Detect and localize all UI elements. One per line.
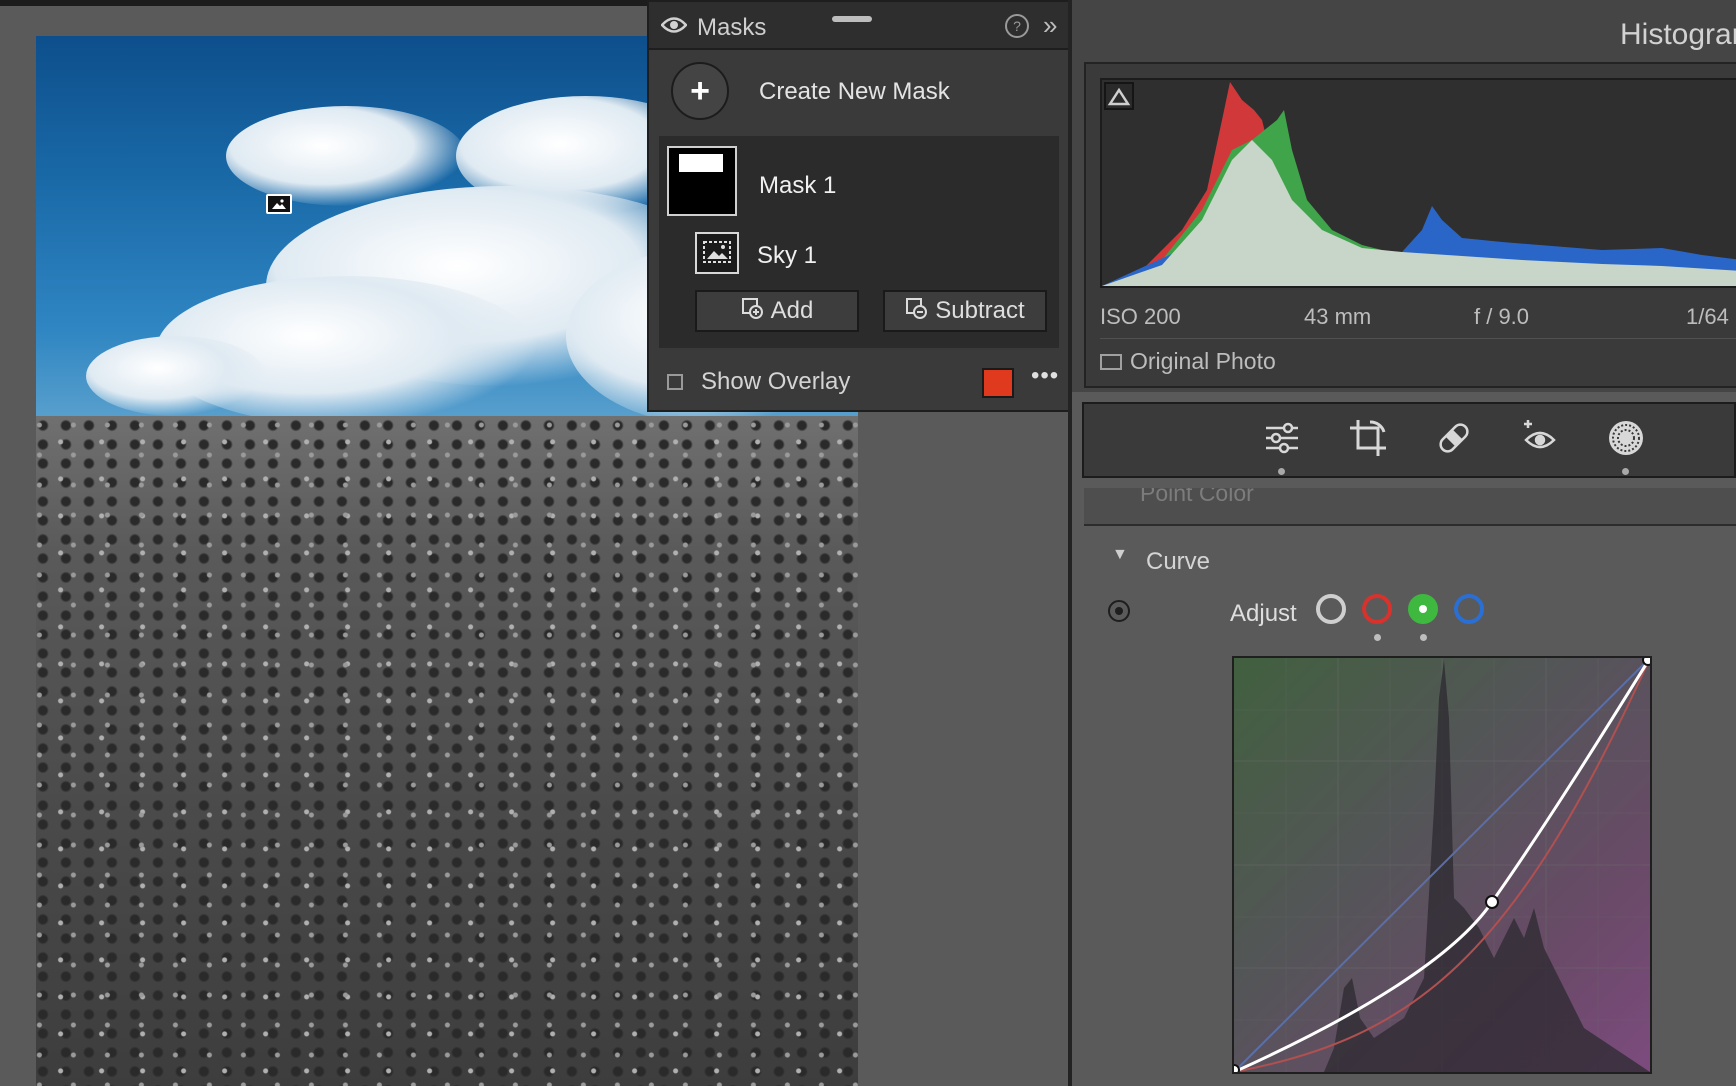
histogram-plot[interactable] [1100, 78, 1736, 288]
more-options-icon[interactable]: ••• [1031, 362, 1059, 390]
iso-value: ISO 200 [1100, 304, 1181, 329]
active-tool-dot [1278, 468, 1285, 475]
masking-icon[interactable] [1606, 418, 1646, 458]
add-mask-icon [741, 298, 763, 319]
red-eye-icon[interactable] [1520, 418, 1560, 458]
active-tool-dot [1622, 468, 1629, 475]
mask-name[interactable]: Mask 1 [759, 172, 836, 200]
crop-icon[interactable] [1348, 418, 1388, 458]
curve-point[interactable] [1642, 658, 1650, 666]
point-color-header[interactable]: Point Color [1084, 488, 1736, 526]
channel-red-dot [1374, 634, 1381, 641]
masks-panel: Masks ? » + Create New Mask Mask 1 Sky 1… [647, 0, 1070, 412]
add-label: Add [770, 297, 814, 324]
divider [1100, 338, 1736, 339]
adjust-label: Adjust [1230, 600, 1297, 627]
channel-green-button[interactable] [1408, 594, 1438, 624]
create-new-mask-button[interactable]: + [671, 62, 729, 120]
component-name[interactable]: Sky 1 [757, 242, 817, 270]
help-icon[interactable]: ? [1005, 14, 1029, 38]
histogram-title[interactable]: Histogram [1620, 18, 1736, 52]
mask-pin-icon[interactable] [266, 194, 292, 214]
subtract-button[interactable]: Subtract [883, 290, 1047, 332]
histogram-box: ISO 200 43 mm f / 9.0 1/64 Original Phot… [1084, 62, 1736, 388]
add-button[interactable]: Add [695, 290, 859, 332]
meadow-region [36, 416, 858, 1086]
target-adjust-icon[interactable] [1108, 600, 1130, 622]
drag-handle[interactable] [832, 16, 872, 22]
disclosure-triangle-icon[interactable]: ▼ [1112, 546, 1128, 564]
tone-curve-graph[interactable] [1232, 656, 1652, 1074]
original-photo-checkbox[interactable] [1100, 354, 1122, 370]
original-photo-label[interactable]: Original Photo [1130, 348, 1276, 375]
overlay-color-swatch[interactable] [982, 368, 1014, 398]
channel-red-button[interactable] [1362, 594, 1392, 624]
curve-plot [1234, 658, 1650, 1072]
subtract-label: Subtract [935, 297, 1025, 324]
point-color-label: Point Color [1140, 488, 1254, 506]
shutter-value: 1/64 [1686, 304, 1729, 329]
masks-header: Masks ? » [649, 2, 1068, 50]
channel-rgb-button[interactable] [1316, 594, 1346, 624]
show-overlay-checkbox[interactable] [667, 374, 683, 390]
show-overlay-label[interactable]: Show Overlay [701, 368, 850, 396]
mask-list: Mask 1 Sky 1 Add Subtract [659, 136, 1059, 348]
eye-icon[interactable] [661, 16, 687, 34]
cloud [86, 336, 266, 416]
sliders-icon[interactable] [1262, 418, 1302, 458]
create-new-mask-label[interactable]: Create New Mask [759, 78, 950, 106]
plus-icon: + [690, 72, 710, 110]
sky-component-icon[interactable] [695, 232, 739, 274]
collapse-icon[interactable]: » [1043, 10, 1058, 41]
mask-thumbnail[interactable] [667, 146, 737, 216]
histogram-panel: Histogram ISO 200 43 mm f / 9.0 1/64 Ori… [1072, 0, 1736, 392]
channel-blue-button[interactable] [1454, 594, 1484, 624]
channel-green-dot [1420, 634, 1427, 641]
curve-label[interactable]: Curve [1146, 548, 1210, 576]
masks-title: Masks [697, 14, 767, 41]
tool-strip [1082, 402, 1736, 478]
curve-point[interactable] [1485, 895, 1499, 909]
curve-point[interactable] [1234, 1064, 1240, 1072]
shadow-clipping-icon[interactable] [1104, 82, 1134, 110]
bandage-icon[interactable] [1434, 418, 1474, 458]
histogram-graph [1102, 82, 1736, 286]
subtract-mask-icon [906, 298, 928, 319]
aperture-value: f / 9.0 [1474, 304, 1530, 329]
edit-panels: Point Color ▼ Curve Adjust [1072, 488, 1736, 1086]
focal-length-value: 43 mm [1304, 304, 1372, 329]
